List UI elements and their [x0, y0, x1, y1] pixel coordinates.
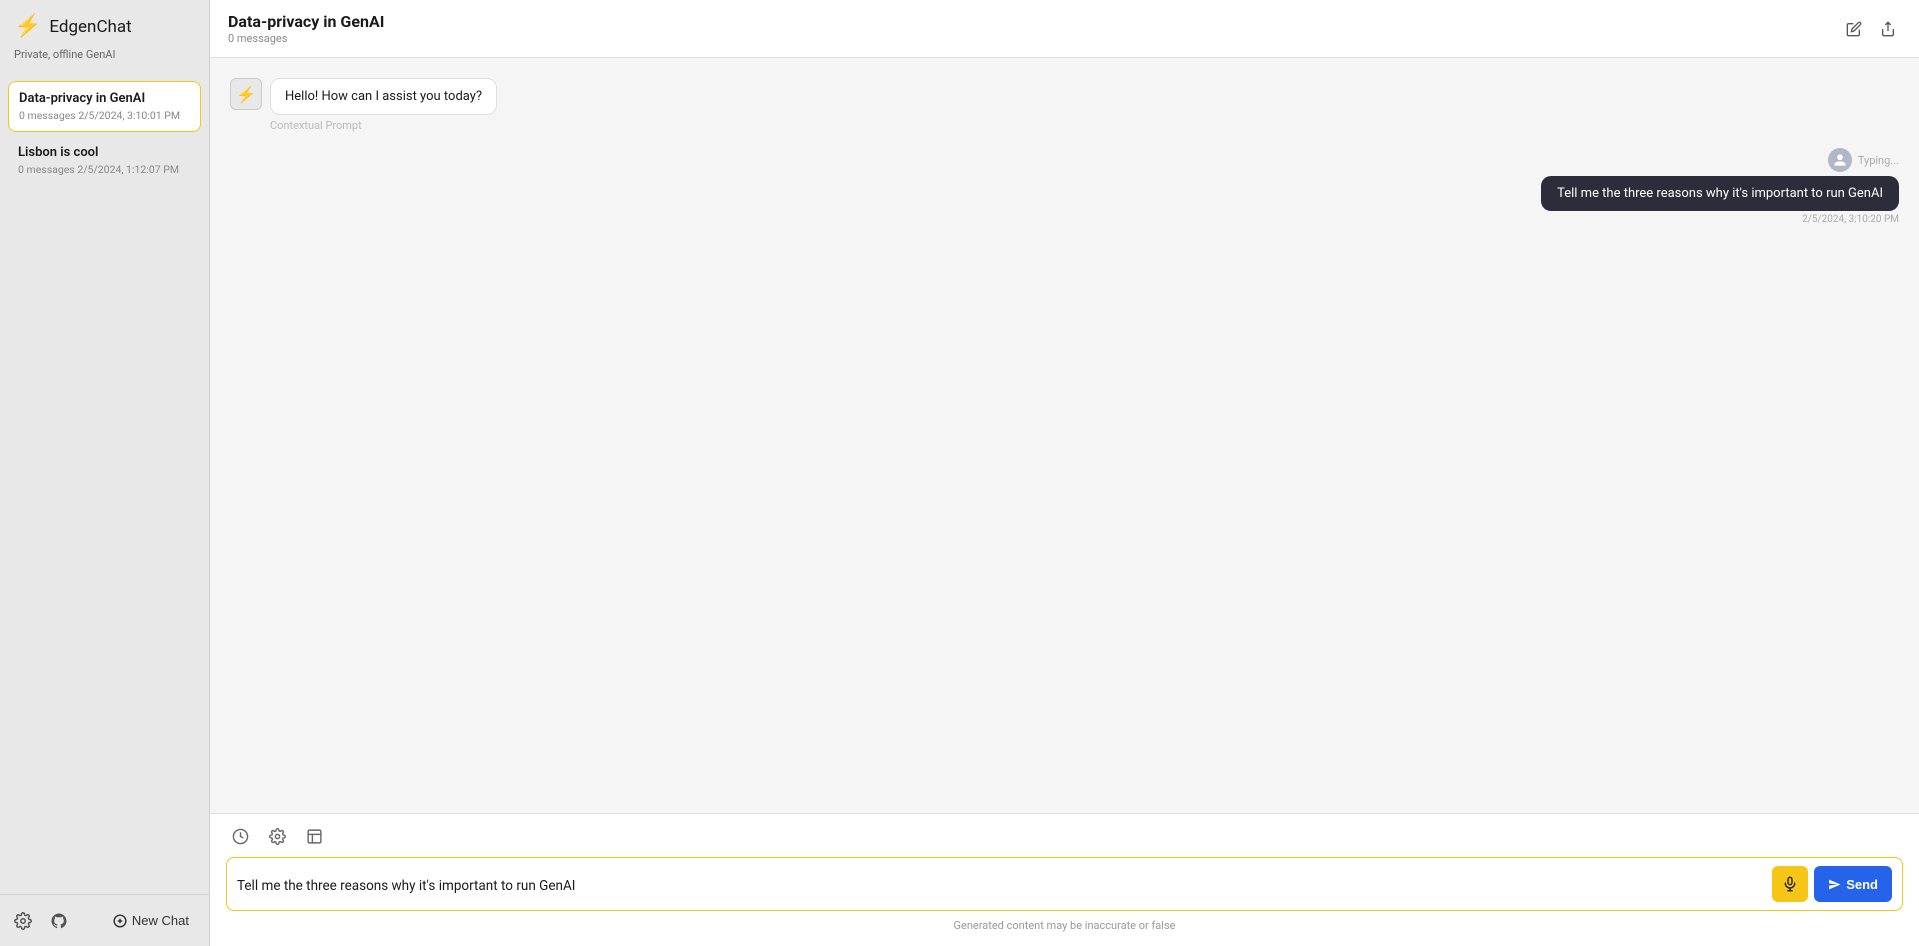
- bot-bubble: Hello! How can I assist you today?: [270, 78, 497, 115]
- chat-message-count: 0 messages: [228, 32, 384, 45]
- message-input[interactable]: [237, 878, 1764, 902]
- chat-header-info: Data-privacy in GenAI 0 messages: [228, 12, 384, 45]
- chat-title: Data-privacy in GenAI: [228, 12, 384, 31]
- chat-item-meta: 0 messages 2/5/2024, 1:12:07 PM: [18, 163, 191, 176]
- new-chat-button[interactable]: New Chat: [103, 907, 199, 934]
- logo-name: EdgenChat: [49, 17, 131, 37]
- edit-chat-button[interactable]: [1841, 16, 1867, 42]
- user-message-timestamp: 2/5/2024, 3:10:20 PM: [1802, 214, 1899, 225]
- logo-icon: ⚡: [14, 16, 41, 38]
- template-toolbar-button[interactable]: [300, 824, 329, 849]
- user-message-text: Tell me the three reasons why it's impor…: [1557, 186, 1883, 201]
- input-area: Send Generated content may be inaccurate…: [210, 813, 1919, 946]
- chat-item-title: Lisbon is cool: [18, 145, 191, 160]
- bot-lightning-icon: ⚡: [236, 85, 256, 104]
- user-bubble: Tell me the three reasons why it's impor…: [1541, 176, 1899, 211]
- contextual-prompt-label: Contextual Prompt: [270, 119, 362, 132]
- chat-item-meta: 0 messages 2/5/2024, 3:10:01 PM: [19, 109, 190, 122]
- input-toolbar: [226, 824, 1903, 849]
- settings-button[interactable]: [10, 908, 36, 934]
- footer-icons: [10, 908, 72, 934]
- user-avatar: [1828, 148, 1852, 172]
- history-toolbar-button[interactable]: [226, 824, 255, 849]
- chat-list-item[interactable]: Lisbon is cool 0 messages 2/5/2024, 1:12…: [8, 136, 201, 185]
- user-typing-row: Typing...: [1828, 148, 1899, 172]
- sidebar-footer: New Chat: [0, 894, 209, 946]
- chat-area: ⚡ Hello! How can I assist you today? Con…: [210, 58, 1919, 813]
- settings-toolbar-button[interactable]: [263, 824, 292, 849]
- input-row: Send: [226, 857, 1903, 911]
- sidebar-subtitle: Private, offline GenAI: [0, 48, 209, 75]
- send-button[interactable]: Send: [1814, 866, 1892, 902]
- chat-header-actions: [1841, 16, 1901, 42]
- chat-list: Data-privacy in GenAI 0 messages 2/5/202…: [0, 75, 209, 894]
- chat-item-title: Data-privacy in GenAI: [19, 91, 190, 106]
- mic-button[interactable]: [1772, 866, 1808, 902]
- bot-avatar-row: ⚡ Hello! How can I assist you today?: [230, 78, 497, 115]
- send-label: Send: [1846, 877, 1878, 892]
- share-chat-button[interactable]: [1875, 16, 1901, 42]
- typing-label: Typing...: [1858, 154, 1899, 167]
- chat-header: Data-privacy in GenAI 0 messages: [210, 0, 1919, 58]
- input-actions: Send: [1772, 866, 1892, 902]
- github-button[interactable]: [46, 908, 72, 934]
- bot-message-text: Hello! How can I assist you today?: [285, 89, 482, 104]
- user-message: Typing... Tell me the three reasons why …: [230, 148, 1899, 225]
- bot-avatar: ⚡: [230, 78, 262, 110]
- disclaimer: Generated content may be inaccurate or f…: [226, 919, 1903, 932]
- new-chat-label: New Chat: [132, 913, 189, 928]
- main-content: Data-privacy in GenAI 0 messages ⚡ Hello…: [210, 0, 1919, 946]
- sidebar: ⚡ EdgenChat Private, offline GenAI Data-…: [0, 0, 210, 946]
- sidebar-header: ⚡ EdgenChat: [0, 0, 209, 48]
- chat-list-item[interactable]: Data-privacy in GenAI 0 messages 2/5/202…: [8, 81, 201, 132]
- bot-message: ⚡ Hello! How can I assist you today? Con…: [230, 78, 1899, 132]
